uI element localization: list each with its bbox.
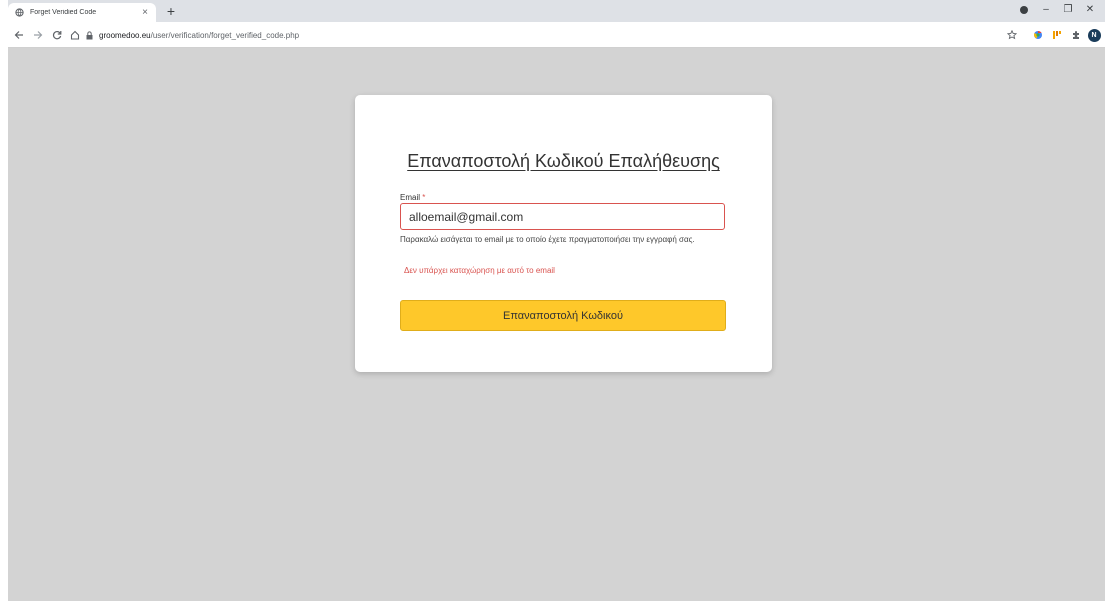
avatar: N — [1087, 28, 1101, 42]
resend-code-button[interactable]: Επαναποστολή Κωδικού — [400, 300, 726, 331]
email-label-text: Email — [400, 193, 421, 202]
window-controls: – ❐ ✕ — [1013, 2, 1101, 18]
forward-arrow-icon[interactable] — [31, 28, 45, 42]
lock-icon[interactable] — [86, 30, 93, 40]
url-text: groomedoo.eu/user/verification/forget_ve… — [99, 31, 299, 40]
reload-icon[interactable] — [50, 28, 64, 42]
email-help-text: Παρακαλώ εισάγεται το email με το οποίο … — [400, 235, 695, 244]
globe-icon — [14, 8, 24, 18]
close-window-button[interactable]: ✕ — [1079, 2, 1101, 18]
puzzle-icon[interactable] — [1069, 28, 1083, 42]
verification-card: Επαναποστολή Κωδικού Επαλήθευσης Email *… — [355, 95, 772, 372]
bookmarks-extension-icon[interactable] — [1050, 28, 1064, 42]
page-title: Επαναποστολή Κωδικού Επαλήθευσης — [407, 151, 720, 171]
url-host: groomedoo.eu — [99, 30, 151, 40]
star-icon[interactable] — [1005, 28, 1019, 42]
url-path: /user/verification/forget_verified_code.… — [150, 30, 300, 40]
tab-close-icon[interactable]: × — [140, 7, 150, 18]
extension-icon[interactable] — [1031, 28, 1045, 42]
home-icon[interactable] — [68, 28, 82, 42]
email-error-message: Δεν υπάρχει καταχώρηση με αυτό το email — [404, 266, 555, 275]
back-arrow-icon[interactable] — [12, 28, 26, 42]
browser-toolbar: groomedoo.eu/user/verification/forget_ve… — [8, 22, 1105, 48]
new-tab-button[interactable]: + — [163, 3, 179, 19]
minimize-button[interactable]: – — [1035, 2, 1057, 18]
tab-title: Forget Veridied Code — [30, 9, 97, 16]
email-label: Email * — [400, 193, 425, 202]
tab-active[interactable]: Forget Veridied Code × — [8, 3, 156, 22]
maximize-button[interactable]: ❐ — [1057, 2, 1079, 18]
tab-strip: Forget Veridied Code × + – ❐ ✕ — [8, 0, 1105, 22]
email-input[interactable] — [400, 203, 725, 230]
profile-avatar[interactable]: N — [1087, 28, 1101, 42]
address-bar[interactable]: groomedoo.eu/user/verification/forget_ve… — [86, 26, 926, 44]
browser-window: Forget Veridied Code × + – ❐ ✕ groomedoo… — [8, 0, 1105, 601]
required-mark: * — [422, 193, 426, 202]
record-icon[interactable] — [1020, 6, 1028, 14]
